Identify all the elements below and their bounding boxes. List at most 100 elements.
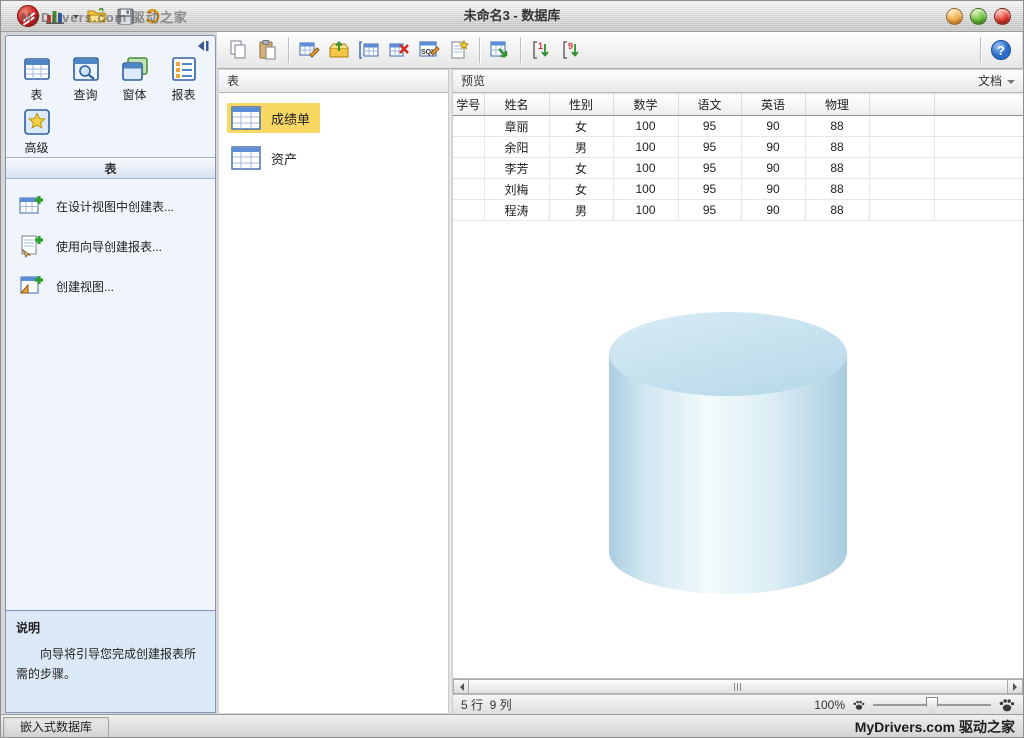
copy-button[interactable] — [225, 37, 251, 63]
action-create-table-design[interactable]: 在设计视图中创建表... — [18, 192, 174, 220]
column-header: 数学 — [613, 94, 678, 116]
scroll-right-button[interactable] — [1007, 679, 1023, 694]
document-menu-button[interactable]: 文档 — [978, 70, 1015, 93]
tables-panel-header: 表 — [219, 70, 448, 93]
zoom-in-paw-icon[interactable] — [999, 697, 1015, 713]
sort-ascending-button[interactable]: 1 — [528, 37, 554, 63]
column-header — [934, 94, 1023, 116]
sidebar-collapse-button[interactable] — [196, 40, 210, 52]
cylinder-graphic — [609, 312, 847, 597]
table-cell: 88 — [805, 116, 869, 137]
table-cell: 95 — [678, 116, 741, 137]
new-dropdown-arrow-icon[interactable] — [73, 15, 79, 21]
category-label: 报表 — [171, 86, 195, 103]
triangle-right-icon — [1013, 683, 1021, 691]
open-button[interactable] — [87, 7, 107, 25]
action-create-view[interactable]: 创建视图... — [18, 272, 114, 300]
action-create-report-wizard[interactable]: 使用向导创建报表... — [18, 232, 162, 260]
table-item-zichan[interactable]: 资产 — [227, 143, 307, 173]
category-forms[interactable]: 窗体 — [110, 54, 159, 103]
table-design-button[interactable] — [296, 37, 322, 63]
table-cell: 100 — [613, 137, 678, 158]
table-item-chengjidan[interactable]: 成绩单 — [227, 103, 320, 133]
table-cell: 余阳 — [484, 137, 549, 158]
table-cell: 章丽 — [484, 116, 549, 137]
chart-icon — [46, 8, 64, 24]
preview-title: 预览 — [461, 74, 485, 88]
table-cell — [869, 137, 934, 158]
table-cell: 男 — [549, 200, 613, 221]
scroll-left-button[interactable] — [453, 679, 469, 694]
minimize-button[interactable] — [946, 8, 963, 25]
table-cell: 刘梅 — [484, 179, 549, 200]
advanced-star-icon — [22, 107, 52, 137]
preview-statusbar: 5 行 9 列 100% — [453, 694, 1023, 714]
zoom-slider[interactable] — [873, 697, 991, 713]
copy-icon — [227, 39, 249, 61]
save-button[interactable] — [115, 7, 135, 25]
table-cell: 女 — [549, 116, 613, 137]
new-report-button[interactable] — [446, 37, 472, 63]
table-cell — [453, 116, 484, 137]
table-cell — [453, 179, 484, 200]
column-header: 学号 — [453, 94, 484, 116]
zoom-slider-thumb[interactable] — [926, 697, 938, 713]
category-label: 窗体 — [122, 86, 146, 103]
new-chart-button[interactable] — [45, 7, 65, 25]
create-table-icon — [18, 192, 46, 220]
table-cell: 95 — [678, 137, 741, 158]
table-row: 刘梅女100959088 — [453, 179, 1023, 200]
sidebar-section-header: 表 — [6, 157, 215, 179]
table-cell — [869, 179, 934, 200]
app-logo-icon[interactable] — [17, 5, 39, 27]
help-button[interactable]: ? — [988, 37, 1014, 63]
preview-header: 文档 预览 — [453, 70, 1023, 93]
create-view-icon — [18, 272, 46, 300]
scrollbar-thumb[interactable] — [469, 679, 1007, 694]
table-cell — [934, 116, 1023, 137]
maximize-button[interactable] — [970, 8, 987, 25]
table-row: 程涛男100959088 — [453, 200, 1023, 221]
column-header: 英语 — [741, 94, 805, 116]
category-reports[interactable]: 报表 — [159, 54, 208, 103]
table-item-label: 资产 — [271, 149, 297, 168]
sidebar: 表 查询 窗体 — [5, 35, 216, 713]
tables-panel: 表 成绩单 资产 — [219, 69, 448, 713]
table-item-label: 成绩单 — [271, 109, 310, 128]
table-cell: 100 — [613, 179, 678, 200]
table-cell: 90 — [741, 179, 805, 200]
table-cell — [934, 158, 1023, 179]
document-menu-label: 文档 — [978, 70, 1002, 93]
undo-button[interactable] — [143, 7, 163, 25]
category-tables[interactable]: 表 — [12, 54, 61, 103]
table-cell: 90 — [741, 137, 805, 158]
collapse-arrow-icon — [196, 40, 210, 52]
category-advanced[interactable]: 高级 — [12, 107, 61, 156]
sql-button[interactable]: SQL — [416, 37, 442, 63]
paste-button[interactable] — [255, 37, 281, 63]
new-table-button[interactable] — [356, 37, 382, 63]
table-cell: 88 — [805, 137, 869, 158]
column-header: 性别 — [549, 94, 613, 116]
table-cell — [869, 200, 934, 221]
triangle-left-icon — [456, 683, 464, 691]
toolbar-separator — [980, 37, 981, 63]
import-button[interactable] — [326, 37, 352, 63]
category-queries[interactable]: 查询 — [61, 54, 110, 103]
watermark-bottom: MyDrivers.com 驱动之家 — [855, 717, 1015, 737]
help-icon: ? — [990, 39, 1012, 61]
table-cell: 女 — [549, 158, 613, 179]
export-button[interactable] — [487, 37, 513, 63]
folder-open-icon — [87, 8, 107, 24]
delete-table-button[interactable] — [386, 37, 412, 63]
zoom-out-paw-icon[interactable] — [853, 699, 865, 711]
report-icon — [169, 54, 199, 84]
form-icon — [120, 54, 150, 84]
sort-descending-button[interactable]: 9 — [558, 37, 584, 63]
close-button[interactable] — [994, 8, 1011, 25]
action-label: 创建视图... — [56, 278, 114, 295]
sort-ascending-icon: 1 — [530, 39, 552, 61]
toolbar-separator — [288, 37, 289, 63]
column-header — [869, 94, 934, 116]
table-cell — [934, 137, 1023, 158]
